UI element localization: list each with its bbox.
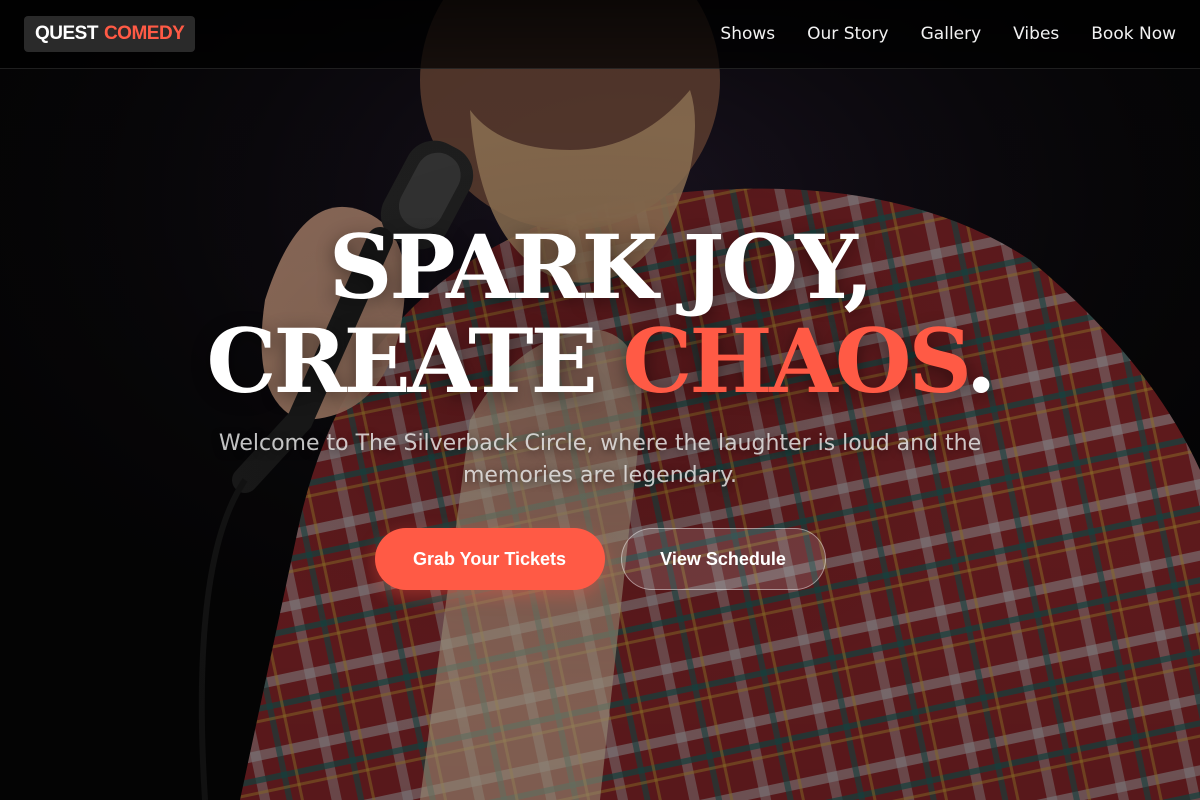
nav-item-vibes[interactable]: Vibes (1013, 24, 1059, 44)
brand-logo-part2: COMEDY (103, 23, 185, 44)
nav-item-gallery[interactable]: Gallery (921, 24, 982, 44)
nav-item-book-now[interactable]: Book Now (1091, 24, 1176, 44)
brand-logo[interactable]: QUEST COMEDY (24, 16, 196, 52)
site-header: QUEST COMEDY Shows Our Story Gallery Vib… (0, 0, 1200, 69)
hero-headline-line2: CREATE CHAOS. (0, 314, 1200, 408)
view-schedule-button[interactable]: View Schedule (620, 528, 826, 590)
hero-subtitle: Welcome to The Silverback Circle, where … (218, 431, 982, 488)
grab-tickets-button[interactable]: Grab Your Tickets (374, 528, 605, 590)
hero-section: SPARK JOY, CREATE CHAOS. Welcome to The … (0, 220, 1200, 590)
hero-headline-line1: SPARK JOY, (328, 215, 874, 319)
nav-item-shows[interactable]: Shows (720, 24, 775, 44)
hero-headline: SPARK JOY, CREATE CHAOS. (0, 220, 1200, 408)
nav-item-our-story[interactable]: Our Story (807, 24, 888, 44)
main-nav: Shows Our Story Gallery Vibes Book Now (720, 24, 1176, 44)
hero-cta-group: Grab Your Tickets View Schedule (0, 528, 1200, 590)
brand-logo-part1: QUEST (35, 23, 98, 44)
hero-headline-line2-main: CREATE (206, 309, 623, 413)
hero-headline-period: . (965, 309, 997, 413)
hero-headline-accent: CHAOS (622, 309, 969, 413)
